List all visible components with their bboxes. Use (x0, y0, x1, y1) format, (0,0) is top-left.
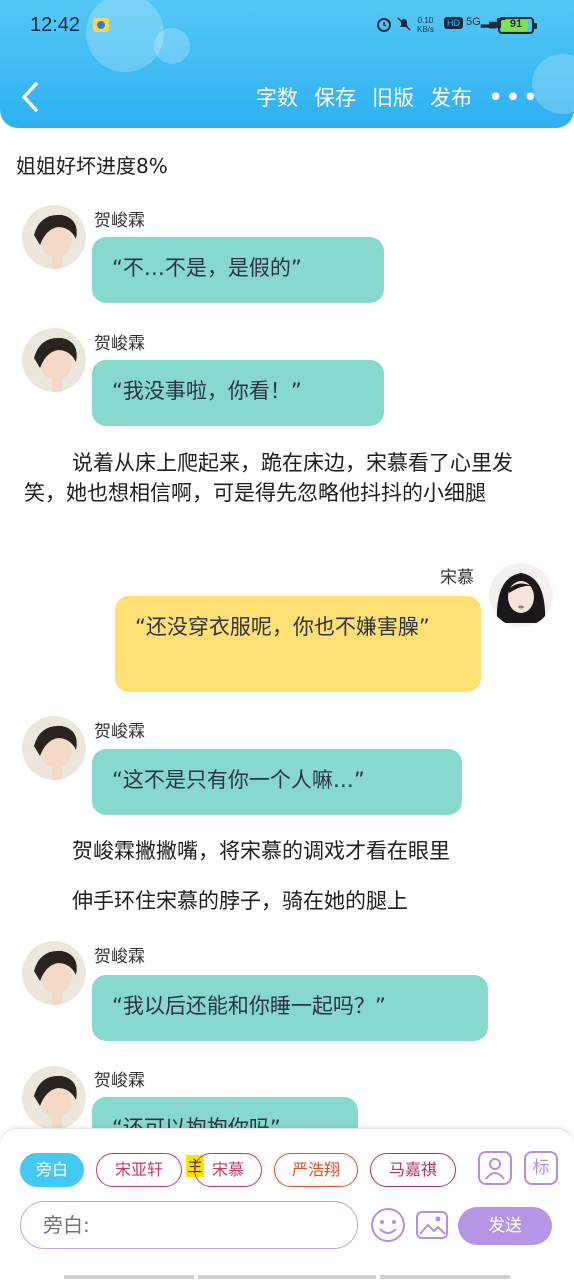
app-notification-icon (92, 16, 110, 38)
speaker-name: 贺峻霖 (94, 334, 145, 354)
chevron-left-icon (22, 82, 38, 112)
avatar[interactable] (22, 328, 86, 392)
image-icon[interactable] (414, 1207, 450, 1243)
narration-text[interactable]: 说着从床上爬起来，跪在床边，宋慕看了心里发笑，她也想相信啊，可是得先忽略他抖抖的… (24, 448, 554, 508)
message-bubble[interactable]: “这不是只有你一个人嘛…” (92, 749, 462, 815)
publish-button[interactable]: 发布 (430, 80, 472, 116)
alarm-icon (376, 16, 392, 36)
bottom-divider (380, 1275, 510, 1279)
battery-level: 91 (509, 18, 523, 30)
net-speed: 0.10 KB/s (417, 16, 434, 34)
top-header: 12:42 0.10 KB/s HD 5G▂▄▆ 91 字数 保存 旧版 发布 … (0, 0, 574, 128)
message-input-box[interactable] (20, 1201, 358, 1249)
speaker-name: 贺峻霖 (94, 722, 145, 742)
save-button[interactable]: 保存 (314, 80, 356, 116)
role-chip[interactable]: 马嘉祺 (370, 1153, 456, 1187)
narration-text[interactable]: 贺峻霖撇撇嘴，将宋慕的调戏才看在眼里 (72, 836, 552, 866)
avatar[interactable] (22, 1066, 86, 1130)
speaker-name: 宋慕 (440, 568, 474, 588)
message-input[interactable] (21, 1202, 357, 1248)
bottom-divider (198, 1275, 376, 1279)
message-bubble[interactable]: “我以后还能和你睡一起吗？” (92, 975, 488, 1041)
avatar[interactable] (489, 563, 553, 627)
narration-text[interactable]: 伸手环住宋慕的脖子，骑在她的腿上 (72, 886, 552, 916)
speaker-name: 贺峻霖 (94, 1071, 145, 1091)
avatar[interactable] (22, 941, 86, 1005)
status-bar: 12:42 0.10 KB/s HD 5G▂▄▆ 91 (0, 0, 574, 54)
avatar[interactable] (22, 716, 86, 780)
speaker-name: 贺峻霖 (94, 947, 145, 967)
toolbar-actions: 字数 保存 旧版 发布 ••• (256, 80, 574, 116)
mark-icon[interactable]: 标 (524, 1151, 558, 1185)
role-chip-narrator[interactable]: 旁白 (20, 1153, 84, 1187)
hd-badge: HD (444, 17, 463, 29)
mute-icon (396, 16, 412, 36)
avatar[interactable] (22, 205, 86, 269)
old-version-button[interactable]: 旧版 (372, 80, 414, 116)
message-bubble[interactable]: “不…不是，是假的” (92, 237, 384, 303)
more-menu-icon[interactable]: ••• (488, 83, 540, 113)
send-button[interactable]: 发送 (458, 1207, 552, 1245)
net-speed-unit: KB/s (417, 25, 434, 34)
battery-icon: 91 (498, 17, 537, 34)
bottom-divider (64, 1275, 194, 1279)
word-count-button[interactable]: 字数 (256, 80, 298, 116)
composer-panel: 旁白 宋亚轩 主 宋慕 严浩翔 马嘉祺 标 发送 (0, 1128, 574, 1280)
status-time: 12:42 (30, 14, 81, 36)
role-chip[interactable]: 严浩翔 (274, 1153, 358, 1187)
emoji-icon[interactable] (370, 1207, 406, 1243)
message-bubble[interactable]: “还没穿衣服呢，你也不嫌害臊” (115, 596, 481, 692)
signal-label: 5G (466, 16, 481, 28)
net-speed-value: 0.10 (417, 16, 434, 25)
speaker-name: 贺峻霖 (94, 211, 145, 231)
back-button[interactable] (18, 80, 48, 114)
role-chip[interactable]: 宋亚轩 (96, 1153, 182, 1187)
role-chip[interactable]: 宋慕 (194, 1153, 262, 1187)
message-bubble[interactable]: “我没事啦，你看！” (92, 360, 384, 426)
story-title: 姐姐好坏进度8% (16, 154, 168, 178)
character-profile-icon[interactable] (478, 1151, 512, 1185)
mark-label: 标 (532, 1158, 550, 1178)
